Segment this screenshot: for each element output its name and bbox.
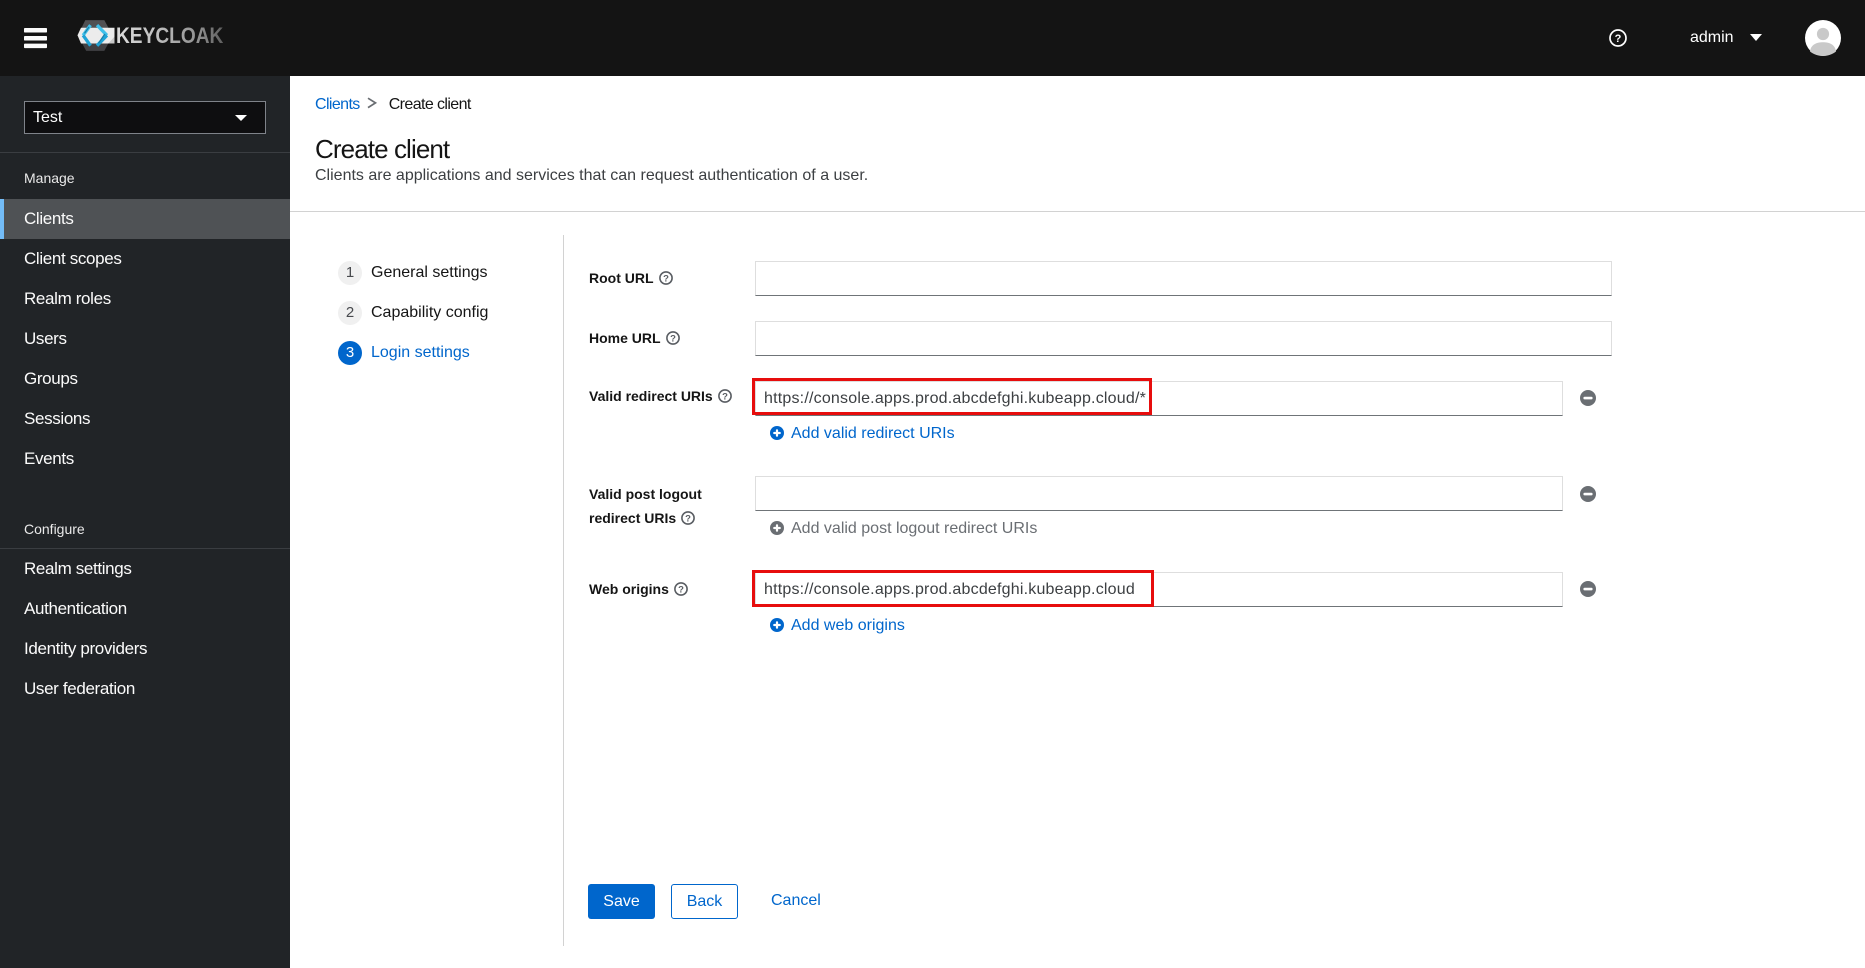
svg-text:?: ? [1615, 33, 1622, 45]
svg-text:?: ? [663, 273, 669, 284]
svg-text:?: ? [670, 333, 676, 344]
svg-text:?: ? [685, 513, 691, 524]
svg-text:?: ? [678, 584, 684, 595]
svg-text:?: ? [722, 391, 728, 402]
